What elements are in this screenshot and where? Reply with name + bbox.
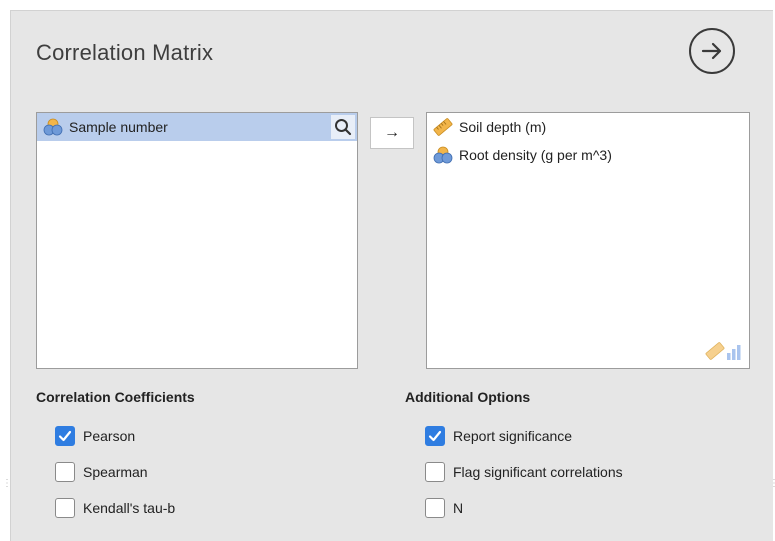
n-checkbox[interactable] bbox=[425, 498, 445, 518]
spearman-option[interactable]: Spearman bbox=[55, 462, 148, 482]
checkmark-icon bbox=[58, 430, 72, 442]
panel-title: Correlation Matrix bbox=[36, 40, 214, 65]
n-option[interactable]: N bbox=[425, 498, 463, 518]
allowed-types-indicator bbox=[705, 342, 741, 360]
resize-handle-right[interactable]: ⋮ bbox=[769, 478, 775, 489]
flag-significant-checkbox[interactable] bbox=[425, 462, 445, 482]
list-item[interactable]: Root density (g per m^3) bbox=[427, 141, 749, 169]
kendall-option[interactable]: Kendall's tau-b bbox=[55, 498, 175, 518]
target-variable-list[interactable]: Soil depth (m) Root density (g per m^3) bbox=[426, 112, 750, 369]
spearman-label: Spearman bbox=[83, 464, 148, 480]
additional-options-heading: Additional Options bbox=[405, 389, 531, 405]
spearman-checkbox[interactable] bbox=[55, 462, 75, 482]
list-item[interactable]: Sample number bbox=[37, 113, 357, 141]
move-variable-button[interactable]: → bbox=[370, 117, 414, 149]
nominal-variable-icon bbox=[433, 146, 453, 164]
kendall-checkbox[interactable] bbox=[55, 498, 75, 518]
report-significance-option[interactable]: Report significance bbox=[425, 426, 572, 446]
kendall-label: Kendall's tau-b bbox=[83, 500, 176, 516]
list-item-label: Soil depth (m) bbox=[459, 119, 547, 135]
source-variable-list[interactable]: Sample number bbox=[36, 112, 358, 369]
list-item-label: Sample number bbox=[69, 119, 168, 135]
flag-significant-option[interactable]: Flag significant correlations bbox=[425, 462, 623, 482]
continuous-ruler-icon bbox=[705, 342, 725, 360]
search-button[interactable] bbox=[331, 115, 355, 139]
checkmark-icon bbox=[428, 430, 442, 442]
report-significance-label: Report significance bbox=[453, 428, 573, 444]
pearson-option[interactable]: Pearson bbox=[55, 426, 135, 446]
report-significance-checkbox[interactable] bbox=[425, 426, 445, 446]
list-item-label: Root density (g per m^3) bbox=[459, 147, 612, 163]
pearson-checkbox[interactable] bbox=[55, 426, 75, 446]
flag-significant-label: Flag significant correlations bbox=[453, 464, 623, 480]
correlation-coefficients-heading: Correlation Coefficients bbox=[36, 389, 195, 405]
list-item[interactable]: Soil depth (m) bbox=[427, 113, 749, 141]
pearson-label: Pearson bbox=[83, 428, 136, 444]
search-icon bbox=[335, 119, 352, 136]
run-analysis-button[interactable] bbox=[689, 28, 735, 74]
bar-chart-icon bbox=[727, 345, 741, 360]
resize-handle-left[interactable]: ⋮ bbox=[2, 478, 12, 489]
arrow-right-circle-icon bbox=[701, 42, 722, 60]
nominal-variable-icon bbox=[43, 118, 63, 136]
n-label: N bbox=[453, 500, 464, 516]
continuous-ruler-icon bbox=[433, 118, 453, 136]
